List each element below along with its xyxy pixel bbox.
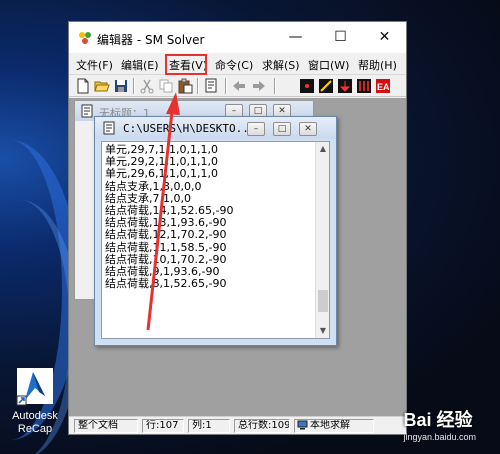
text-line: 结点支承,1,3,0,0,0 <box>105 179 202 193</box>
open-folder-icon[interactable] <box>94 78 110 94</box>
status-total-lines: 总行数:109 <box>234 419 290 433</box>
vertical-scrollbar[interactable]: ▲ ▼ <box>315 142 329 338</box>
cut-icon[interactable] <box>139 78 155 94</box>
toolbar-separator <box>133 78 135 94</box>
watermark-url: jingyan.baidu.com <box>403 432 476 442</box>
toolbar-separator <box>225 78 227 94</box>
status-mode: 本地求解 <box>294 419 374 433</box>
shortcut-label-line1: Autodesk <box>12 410 58 422</box>
save-icon[interactable] <box>113 78 129 94</box>
status-col: 列:1 <box>188 419 230 433</box>
svg-text:EA: EA <box>377 82 390 92</box>
minimize-button[interactable]: — <box>273 22 318 53</box>
autodesk-recap-icon <box>15 366 55 406</box>
print-icon[interactable] <box>203 78 219 94</box>
toolbar: EA <box>69 75 406 97</box>
output-title-bar[interactable]: C:\USERS\H\DESKTO... – □ ✕ <box>95 117 336 139</box>
menu-bar: 文件(F) 编辑(E) 查看(V) 命令(C) 求解(S) 窗口(W) 帮助(H… <box>69 53 406 75</box>
scroll-down-arrow[interactable]: ▼ <box>316 324 329 338</box>
desktop-shortcut-recap[interactable]: Autodesk ReCap <box>6 366 64 436</box>
maximize-button[interactable]: ☐ <box>318 22 363 53</box>
text-line: 结点荷载,11,1,58.5,-90 <box>105 240 227 254</box>
paste-icon[interactable] <box>177 78 193 94</box>
status-row: 行:107 <box>142 419 184 433</box>
output-close-button[interactable]: ✕ <box>299 122 317 136</box>
forward-arrow-icon[interactable] <box>251 78 267 94</box>
copy-icon[interactable] <box>158 78 174 94</box>
status-mode-label: 本地求解 <box>310 420 350 431</box>
text-line: 结点荷载,12,1,70.2,-90 <box>105 228 227 242</box>
menu-help[interactable]: 帮助(H) <box>358 57 397 73</box>
close-button[interactable]: ✕ <box>362 22 407 53</box>
menu-edit[interactable]: 编辑(E) <box>121 57 159 73</box>
fea-tool-icon[interactable]: EA <box>375 78 391 94</box>
status-scope: 整个文档 <box>74 419 138 433</box>
watermark-brand: Bai 经验 <box>403 410 473 430</box>
window-title: 编辑器 - SM Solver <box>97 33 205 47</box>
scroll-up-arrow[interactable]: ▲ <box>316 142 329 156</box>
computer-icon <box>297 420 308 432</box>
menu-solve[interactable]: 求解(S) <box>262 57 300 73</box>
output-maximize-button[interactable]: □ <box>273 122 291 136</box>
app-icon <box>77 30 93 46</box>
menu-file[interactable]: 文件(F) <box>76 57 113 73</box>
output-minimize-button[interactable]: – <box>247 122 265 136</box>
back-arrow-icon[interactable] <box>231 78 247 94</box>
text-lines: 单元,29,7,1,1,0,1,1,0 单元,29,2,1,1,0,1,1,0 单元… <box>105 143 233 291</box>
toolbar-separator <box>274 78 276 94</box>
text-line: 单元,29,6,1,1,0,1,1,0 <box>105 167 218 181</box>
highlight-annotation-box <box>165 54 207 75</box>
toolbar-separator <box>197 78 199 94</box>
support-tool-icon[interactable] <box>337 78 353 94</box>
text-line: 结点荷载,8,1,52.65,-90 <box>105 277 227 291</box>
output-window-title: C:\USERS\H\DESKTO... <box>123 122 256 135</box>
document-icon <box>81 104 93 121</box>
title-bar[interactable]: 编辑器 - SM Solver — ☐ ✕ <box>69 22 406 53</box>
status-bar: 整个文档 行:107 列:1 总行数:109 本地求解 <box>69 416 406 434</box>
menu-command[interactable]: 命令(C) <box>215 57 253 73</box>
text-editor-area[interactable]: 单元,29,7,1,1,0,1,1,0 单元,29,2,1,1,0,1,1,0 单元… <box>101 141 330 339</box>
document-icon <box>103 121 115 138</box>
output-child-window[interactable]: C:\USERS\H\DESKTO... – □ ✕ 单元,29,7,1,1,0… <box>94 116 337 346</box>
shortcut-label-line2: ReCap <box>17 423 53 435</box>
load-tool-icon[interactable] <box>356 78 372 94</box>
scrollbar-thumb[interactable] <box>318 290 328 312</box>
watermark: Bai 经验 jingyan.baidu.com <box>403 406 476 442</box>
element-tool-icon[interactable] <box>318 78 334 94</box>
menu-window[interactable]: 窗口(W) <box>308 57 349 73</box>
new-file-icon[interactable] <box>75 78 91 94</box>
node-tool-icon[interactable] <box>299 78 315 94</box>
